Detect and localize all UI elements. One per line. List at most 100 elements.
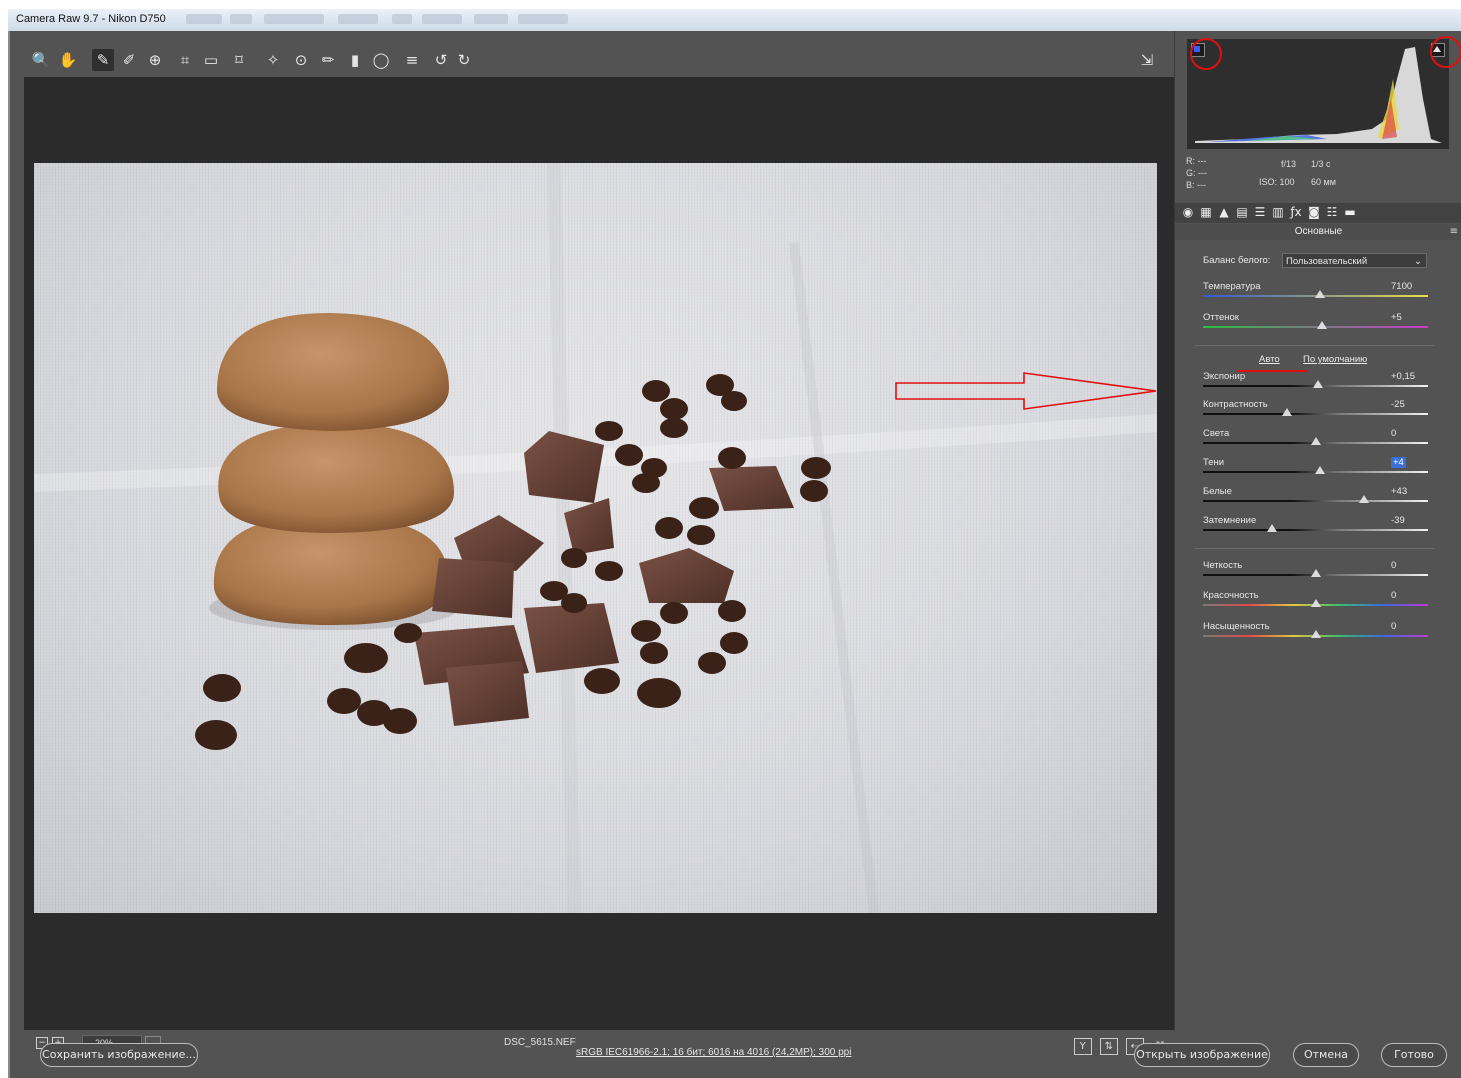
- shutter-value: 1/3 с: [1311, 159, 1331, 169]
- slider-track[interactable]: [1203, 326, 1428, 328]
- slider-thumb[interactable]: [1282, 408, 1293, 416]
- slider-thumb[interactable]: [1310, 437, 1321, 445]
- divider: [1195, 548, 1435, 549]
- slider-thumb[interactable]: [1317, 321, 1328, 329]
- slider-value[interactable]: 0: [1391, 590, 1396, 601]
- slider-thumb[interactable]: [1358, 495, 1369, 503]
- window-title: Camera Raw 9.7 - Nikon D750: [16, 13, 166, 25]
- blurred-menu-item: [186, 14, 222, 24]
- slider-thumb[interactable]: [1310, 630, 1321, 638]
- slider-value[interactable]: +5: [1391, 312, 1402, 323]
- fullscreen-icon[interactable]: ⇲: [1136, 49, 1158, 71]
- slider-value[interactable]: +4: [1391, 457, 1406, 468]
- panel-tab-icon[interactable]: ▦: [1199, 205, 1213, 219]
- cookie-stack: [213, 313, 454, 625]
- panel-tab-icon[interactable]: ▲: [1217, 205, 1231, 219]
- blurred-menu-item: [392, 14, 412, 24]
- blurred-menu-item: [338, 14, 378, 24]
- slider-thumb[interactable]: [1315, 466, 1325, 474]
- preferences-tool[interactable]: ≡: [401, 49, 423, 71]
- panel-tabs: ◉ ▦ ▲ ▤ ☰ ▥ ƒx ◙ ☷ ▬: [1175, 203, 1461, 223]
- panel-tab-icon[interactable]: ▤: [1235, 205, 1249, 219]
- rotate-left-tool[interactable]: ↺: [430, 49, 452, 71]
- transform-tool[interactable]: ⌑: [228, 49, 250, 71]
- aperture-value: f/13: [1281, 159, 1297, 169]
- red-eye-tool[interactable]: ⊙: [290, 49, 312, 71]
- section-title: Основные: [1175, 224, 1461, 240]
- rotate-right-tool[interactable]: ↻: [453, 49, 475, 71]
- histogram: [1187, 39, 1449, 149]
- g-readout: G: ---: [1186, 168, 1207, 178]
- color-sampler-tool[interactable]: ✐: [118, 49, 140, 71]
- slider-thumb[interactable]: [1312, 380, 1323, 388]
- slider-label: Температура: [1203, 281, 1261, 292]
- slider-thumb[interactable]: [1315, 290, 1325, 298]
- open-image-button[interactable]: Открыть изображение: [1134, 1043, 1270, 1067]
- slider-thumb[interactable]: [1266, 524, 1277, 532]
- rgb-readout: R: --- G: --- B: ---: [1186, 155, 1207, 191]
- slider-label: Тени: [1203, 457, 1225, 468]
- annotation-arrow: [895, 372, 1157, 410]
- radial-filter-tool[interactable]: ◯: [370, 49, 392, 71]
- annotation-circle-shadows: [1190, 38, 1222, 70]
- slider-label: Четкость: [1203, 560, 1243, 571]
- annotation-circle-highlights: [1430, 36, 1461, 68]
- focal-length-value: 60 мм: [1311, 177, 1336, 187]
- panel-tab-icon[interactable]: ◙: [1307, 205, 1321, 219]
- divider: [1195, 345, 1435, 346]
- crop-tool[interactable]: ⌗: [174, 49, 196, 71]
- left-edge: [0, 31, 10, 1078]
- slider-value[interactable]: 0: [1391, 428, 1396, 439]
- title-bar: Camera Raw 9.7 - Nikon D750: [8, 9, 1461, 31]
- panel-tab-icon[interactable]: ▬: [1343, 205, 1357, 219]
- annotation-underline: [1237, 370, 1307, 372]
- slider-label: Затемнение: [1203, 515, 1257, 526]
- slider-label: Света: [1203, 428, 1230, 439]
- adjustment-panel: R: --- G: --- B: --- f/13 1/3 с ISO: 100…: [1174, 31, 1461, 1031]
- blurred-menu-item: [422, 14, 462, 24]
- footer-bar: Сохранить изображение... sRGB IEC61966-2…: [10, 1031, 1461, 1078]
- slider-thumb[interactable]: [1310, 599, 1321, 607]
- slider-label: Экспонир: [1203, 371, 1246, 382]
- slider-thumb[interactable]: [1310, 569, 1321, 577]
- image-canvas[interactable]: [24, 77, 1174, 1030]
- b-readout: B: ---: [1186, 180, 1206, 190]
- slider-value[interactable]: -39: [1391, 515, 1405, 526]
- white-balance-select[interactable]: Пользовательский ⌄: [1282, 253, 1427, 268]
- photo-preview[interactable]: [34, 163, 1157, 913]
- slider-value[interactable]: 0: [1391, 621, 1396, 632]
- slider-value[interactable]: +43: [1391, 486, 1407, 497]
- default-link[interactable]: По умолчанию: [1303, 354, 1367, 365]
- cancel-button[interactable]: Отмена: [1293, 1043, 1359, 1067]
- slider-track[interactable]: [1203, 413, 1428, 415]
- slider-label: Насыщенность: [1203, 621, 1270, 632]
- panel-tab-icon[interactable]: ƒx: [1289, 205, 1303, 219]
- panel-menu-icon[interactable]: ≡: [1450, 226, 1458, 237]
- blurred-menu-item: [264, 14, 324, 24]
- panel-tab-icon[interactable]: ☷: [1325, 205, 1339, 219]
- panel-tab-icon[interactable]: ▥: [1271, 205, 1285, 219]
- graduated-filter-tool[interactable]: ▮: [344, 49, 366, 71]
- workflow-options-link[interactable]: sRGB IEC61966-2.1; 16 бит; 6016 на 4016 …: [576, 1047, 851, 1058]
- hand-tool[interactable]: ✋: [57, 49, 79, 71]
- white-balance-label: Баланс белого:: [1203, 255, 1271, 266]
- spot-removal-tool[interactable]: ✧: [262, 49, 284, 71]
- white-balance-tool[interactable]: ✎: [92, 49, 114, 71]
- slider-track[interactable]: [1203, 529, 1428, 531]
- slider-track[interactable]: [1203, 500, 1428, 502]
- slider-value[interactable]: 7100: [1391, 281, 1412, 292]
- targeted-adjustment-tool[interactable]: ⊕: [144, 49, 166, 71]
- slider-value[interactable]: -25: [1391, 399, 1405, 410]
- save-image-button[interactable]: Сохранить изображение...: [40, 1043, 198, 1067]
- slider-label: Контрастность: [1203, 399, 1268, 410]
- done-button[interactable]: Готово: [1381, 1043, 1447, 1067]
- auto-link[interactable]: Авто: [1259, 354, 1280, 365]
- slider-value[interactable]: +0,15: [1391, 371, 1415, 382]
- panel-tab-icon[interactable]: ◉: [1181, 205, 1195, 219]
- zoom-tool[interactable]: 🔍: [30, 49, 52, 71]
- slider-value[interactable]: 0: [1391, 560, 1396, 571]
- panel-tab-icon[interactable]: ☰: [1253, 205, 1267, 219]
- toolbar: 🔍 ✋ ✎ ✐ ⊕ ⌗ ▭ ⌑ ✧ ⊙ ✏ ▮ ◯ ≡ ↺ ↻ ⇲: [24, 43, 1174, 77]
- adjustment-brush-tool[interactable]: ✏: [317, 49, 339, 71]
- straighten-tool[interactable]: ▭: [200, 49, 222, 71]
